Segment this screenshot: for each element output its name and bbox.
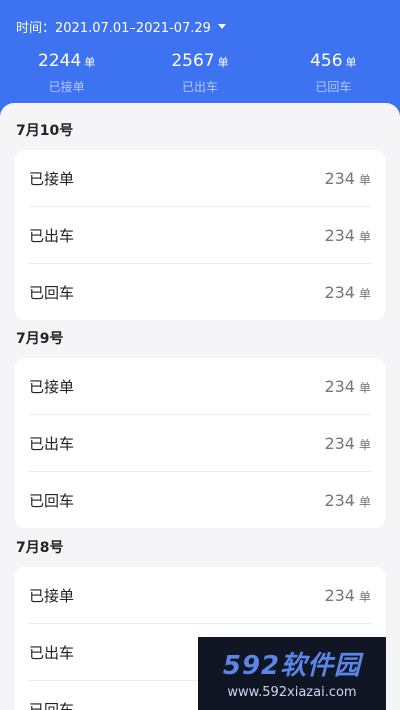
stat-returned[interactable]: 456 单 已回车 xyxy=(267,48,400,95)
row-unit: 单 xyxy=(358,437,371,452)
row-unit: 单 xyxy=(358,172,371,187)
list-item[interactable]: 已回车 234单 xyxy=(29,264,371,320)
date-range-text: 时间：2021.07.01–2021-07.29 xyxy=(16,20,211,36)
stat-label: 已出车 xyxy=(181,80,218,94)
day-card: 已接单 234单 已出车 234单 已回车 234单 xyxy=(15,150,385,320)
row-label: 已出车 xyxy=(29,434,75,453)
list-item[interactable]: 已接单 234 单 xyxy=(29,150,371,207)
section-date: 7月8号 xyxy=(16,540,64,556)
watermark-url: www.592xiazai.com xyxy=(227,685,357,700)
row-unit: 单 xyxy=(358,494,371,509)
row-label: 已回车 xyxy=(29,700,75,710)
section-date: 7月10号 xyxy=(16,123,74,139)
row-unit: 单 xyxy=(358,380,371,395)
list-item[interactable]: 已出车 234单 xyxy=(29,207,371,264)
list-item[interactable]: 已出车 234单 xyxy=(29,415,371,472)
stat-value: 2244 xyxy=(38,51,82,71)
row-label: 已出车 xyxy=(29,226,75,245)
stat-dispatched[interactable]: 2567 单 已出车 xyxy=(133,48,266,95)
row-value: 234 xyxy=(324,225,355,245)
site-watermark: 592软件园 www.592xiazai.com xyxy=(198,637,386,710)
stat-value: 2567 xyxy=(171,51,215,71)
row-label: 已接单 xyxy=(29,586,75,605)
date-range-selector[interactable]: 时间：2021.07.01–2021-07.29 xyxy=(16,16,226,36)
row-label: 已回车 xyxy=(29,283,75,302)
row-label: 已回车 xyxy=(29,491,75,510)
stat-accepted[interactable]: 2244 单 已接单 xyxy=(0,48,133,95)
stat-unit: 单 xyxy=(217,56,229,69)
section-date: 7月9号 xyxy=(16,331,64,347)
row-label: 已出车 xyxy=(29,643,75,662)
stat-value: 456 xyxy=(310,51,343,71)
caret-down-icon xyxy=(217,24,226,29)
day-card: 已接单 234单 已出车 234单 已回车 234单 xyxy=(15,358,385,528)
watermark-logo: 592软件园 xyxy=(222,651,362,681)
row-unit: 单 xyxy=(358,229,371,244)
row-value: 234 xyxy=(324,282,355,302)
stat-label: 已接单 xyxy=(48,80,85,94)
row-label: 已接单 xyxy=(29,377,75,396)
stat-unit: 单 xyxy=(345,56,357,69)
list-item[interactable]: 已接单 234 单 xyxy=(29,567,371,624)
row-value: 234 xyxy=(324,376,355,396)
list-item[interactable]: 已接单 234 单 xyxy=(29,358,371,415)
row-unit: 单 xyxy=(358,286,371,301)
row-value: 234 xyxy=(324,168,355,188)
row-value: 234 xyxy=(324,490,355,510)
stat-label: 已回车 xyxy=(315,80,352,94)
row-value: 234 xyxy=(324,433,355,453)
list-item[interactable]: 已回车 234单 xyxy=(29,472,371,528)
stat-unit: 单 xyxy=(84,56,96,69)
row-value: 234 xyxy=(324,585,355,605)
row-label: 已接单 xyxy=(29,169,75,188)
stats-bar: 2244 单 已接单 2567 单 已出车 456 单 已回车 xyxy=(0,48,400,95)
row-unit: 单 xyxy=(358,589,371,604)
daily-list[interactable]: 7月10号 已接单 234 单 已出车 234 单 已回车 234 单 7月9号 已接… xyxy=(0,103,400,710)
